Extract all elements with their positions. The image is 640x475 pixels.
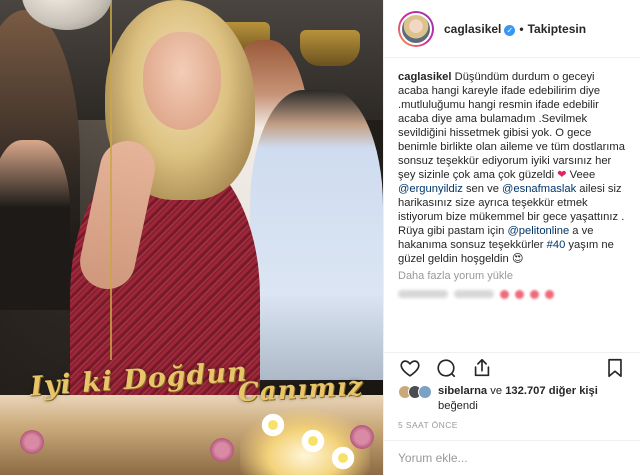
caption-username[interactable]: caglasikel xyxy=(398,71,452,83)
cake-flower xyxy=(330,445,356,471)
caption-mention-link[interactable]: @pelitonline xyxy=(507,225,569,237)
comment-input[interactable] xyxy=(398,451,598,465)
caption-hashtag-link[interactable]: #40 xyxy=(547,239,566,251)
author-avatar-image xyxy=(400,12,432,45)
author-username[interactable]: caglasikel xyxy=(444,22,501,36)
cake-rose xyxy=(210,438,234,462)
author-info: caglasikel ✓ • Takiptesin xyxy=(444,22,586,36)
background-lamp xyxy=(300,30,360,66)
post-actions xyxy=(384,352,640,382)
caption-text-segment: Veee xyxy=(566,169,596,181)
caption-mention-link[interactable]: @esnafmaslak xyxy=(502,183,576,195)
speech-bubble-icon[interactable] xyxy=(434,356,458,380)
post-photo[interactable]: Iyi ki Doğdun Canımız xyxy=(0,0,383,475)
caption-text-segment: Düşündüm durdum o geceyi acaba hangi kar… xyxy=(398,71,625,181)
post-caption: caglasikel Düşündüm durdum o geceyi acab… xyxy=(398,70,626,266)
follow-status-button[interactable]: Takiptesin xyxy=(528,22,586,36)
post-timestamp[interactable]: 5 SAAT ÖNCE xyxy=(398,420,458,430)
likes-summary: sibelarna ve 132.707 diğer kişi beğendi xyxy=(398,384,628,414)
blurred-text xyxy=(454,290,494,298)
woman-face xyxy=(143,32,221,130)
liker-avatar[interactable] xyxy=(418,385,432,399)
cake-flower xyxy=(300,428,326,454)
comment-bar xyxy=(384,440,640,475)
caption-text: Düşündüm durdum o geceyi acaba hangi kar… xyxy=(398,71,625,265)
caption-text-segment: sen ve xyxy=(462,183,503,195)
post-header: caglasikel ✓ • Takiptesin xyxy=(384,0,640,58)
guest-left-woman xyxy=(0,140,70,310)
likes-suffix: beğendi xyxy=(438,400,478,412)
comments-section: caglasikel Düşündüm durdum o geceyi acab… xyxy=(384,58,640,308)
caption-mention-link[interactable]: @ergunyildiz xyxy=(398,183,463,195)
load-more-comments-link[interactable]: Daha fazla yorum yükle xyxy=(398,270,626,282)
separator-dot: • xyxy=(519,21,524,36)
liker-avatars xyxy=(398,385,432,399)
blurred-emoji xyxy=(515,289,524,299)
blurred-emoji xyxy=(545,289,554,299)
author-avatar[interactable] xyxy=(398,10,434,47)
blurred-emoji xyxy=(530,289,539,299)
share-upload-icon[interactable] xyxy=(470,356,494,380)
cake-flower xyxy=(260,412,286,438)
cake-rose xyxy=(350,425,374,449)
post-side-panel: caglasikel ✓ • Takiptesin caglasikel Düşünd… xyxy=(383,0,640,475)
verified-badge-icon: ✓ xyxy=(504,24,516,36)
heart-outline-icon[interactable] xyxy=(398,356,422,380)
blurred-comment xyxy=(398,288,626,300)
heart-eyes-emoji-icon: 😍 xyxy=(511,253,524,265)
likes-connector: ve xyxy=(490,385,503,397)
likes-count-link[interactable]: 132.707 diğer kişi xyxy=(505,385,598,397)
liker-username[interactable]: sibelarna xyxy=(438,385,487,397)
balloon-string xyxy=(110,0,112,360)
blurred-emoji xyxy=(500,289,509,299)
guest-man-blue-shirt xyxy=(250,90,383,380)
heart-emoji-icon: ❤ xyxy=(557,169,567,181)
bookmark-icon[interactable] xyxy=(603,356,627,380)
likes-text: sibelarna ve 132.707 diğer kişi beğendi xyxy=(438,384,598,414)
blurred-username xyxy=(398,290,448,298)
cake-rose xyxy=(20,430,44,454)
